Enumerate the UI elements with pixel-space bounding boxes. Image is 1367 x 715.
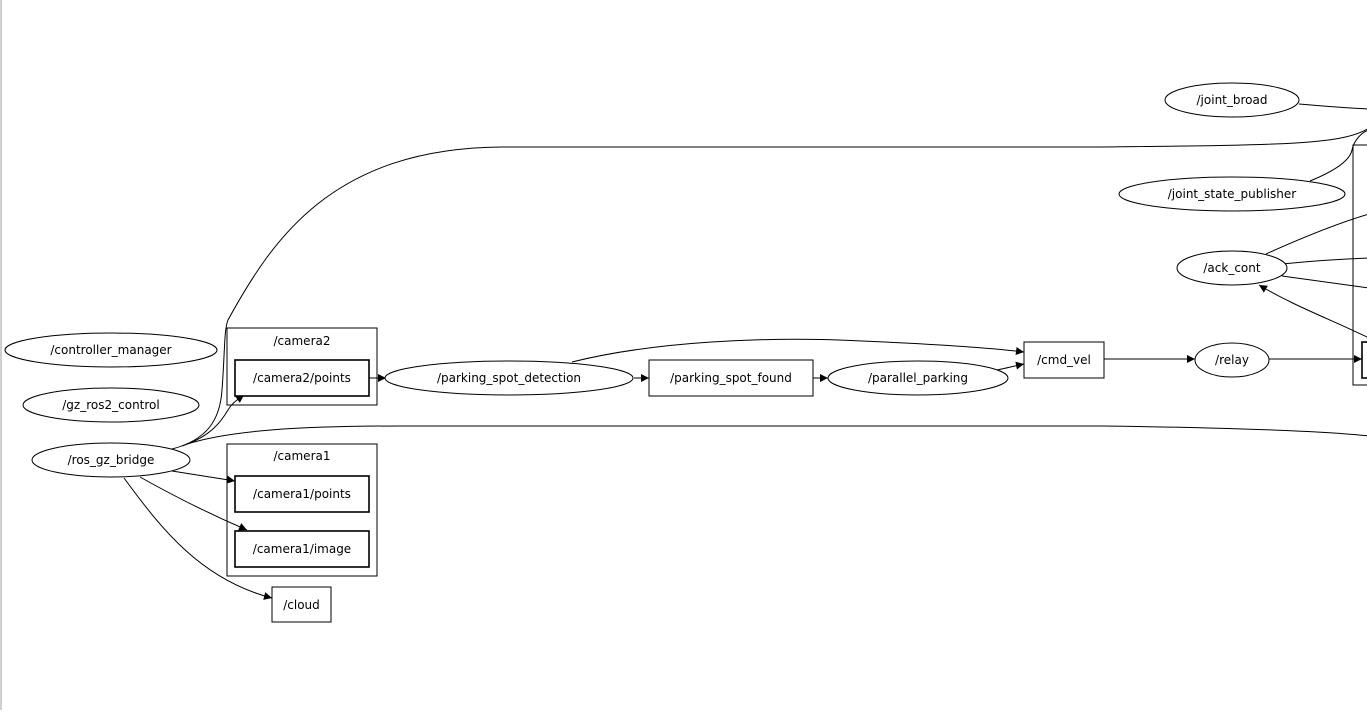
topic-cmd-vel-label: /cmd_vel xyxy=(1037,353,1091,367)
cluster-camera1-label: /camera1 xyxy=(274,449,331,463)
edge-parking-spot-detection-to-cmd-vel xyxy=(571,338,1025,363)
node-joint-broad-label: /joint_broad xyxy=(1197,93,1268,107)
topic-cloud[interactable]: /cloud xyxy=(271,586,332,623)
ros-graph: /camera2 /camera1 /controller_manager /g… xyxy=(4,82,1367,623)
topic-camera2-points[interactable]: /camera2/points xyxy=(234,359,370,397)
node-relay-label: /relay xyxy=(1215,353,1249,367)
node-controller-manager-label: /controller_manager xyxy=(50,343,171,357)
node-joint-broad[interactable]: /joint_broad xyxy=(1164,82,1300,118)
node-ros-gz-bridge[interactable]: /ros_gz_bridge xyxy=(31,442,191,478)
node-joint-state-publisher[interactable]: /joint_state_publisher xyxy=(1118,176,1346,212)
node-gz-ros2-control[interactable]: /gz_ros2_control xyxy=(22,387,200,423)
node-gz-ros2-control-label: /gz_ros2_control xyxy=(62,398,159,412)
topic-right-offscreen[interactable] xyxy=(1361,341,1367,379)
topic-camera1-points-label: /camera1/points xyxy=(253,487,351,501)
node-parking-spot-detection-label: /parking_spot_detection xyxy=(437,371,581,385)
node-ack-cont-label: /ack_cont xyxy=(1203,261,1260,275)
node-joint-state-publisher-label: /joint_state_publisher xyxy=(1168,187,1297,201)
cluster-camera2-label: /camera2 xyxy=(274,334,331,348)
node-parking-spot-detection[interactable]: /parking_spot_detection xyxy=(384,360,634,396)
edge-ros-gz-bridge-to-camera1-image xyxy=(139,476,248,531)
ros-graph-canvas: /camera2 /camera1 /controller_manager /g… xyxy=(0,0,1367,710)
edge-ack-cont-to-off-screen-1 xyxy=(1265,214,1367,255)
node-parallel-parking-label: /parallel_parking xyxy=(868,371,968,385)
edge-off-screen-to-ack-cont xyxy=(1258,284,1367,338)
topic-camera2-points-label: /camera2/points xyxy=(253,371,351,385)
topic-parking-spot-found-label: /parking_spot_found xyxy=(670,371,792,385)
edge-parallel-parking-to-cmd-vel xyxy=(996,361,1025,371)
edge-joint-state-publisher-to-off-screen xyxy=(1309,130,1367,182)
topic-cmd-vel[interactable]: /cmd_vel xyxy=(1023,341,1105,379)
topic-cloud-label: /cloud xyxy=(283,598,320,612)
topic-camera1-points[interactable]: /camera1/points xyxy=(234,475,370,513)
edge-ros-gz-bridge-to-camera1-points xyxy=(171,470,236,484)
topic-camera1-image[interactable]: /camera1/image xyxy=(234,530,370,568)
edge-ack-cont-to-off-screen-2 xyxy=(1281,257,1367,265)
node-controller-manager[interactable]: /controller_manager xyxy=(4,332,218,368)
node-relay[interactable]: /relay xyxy=(1194,342,1270,378)
node-parallel-parking[interactable]: /parallel_parking xyxy=(827,360,1009,396)
edges xyxy=(123,103,1367,600)
node-ack-cont[interactable]: /ack_cont xyxy=(1176,250,1288,286)
topic-camera1-image-label: /camera1/image xyxy=(253,542,351,556)
node-ros-gz-bridge-label: /ros_gz_bridge xyxy=(68,453,155,467)
topic-parking-spot-found[interactable]: /parking_spot_found xyxy=(648,359,814,397)
edge-ros-gz-bridge-to-off-screen-top xyxy=(171,128,1367,450)
edge-joint-broad-to-off-screen xyxy=(1298,103,1367,110)
edge-ros-gz-bridge-to-off-screen-right xyxy=(186,425,1367,445)
edge-ack-cont-to-off-screen-3 xyxy=(1281,275,1367,289)
